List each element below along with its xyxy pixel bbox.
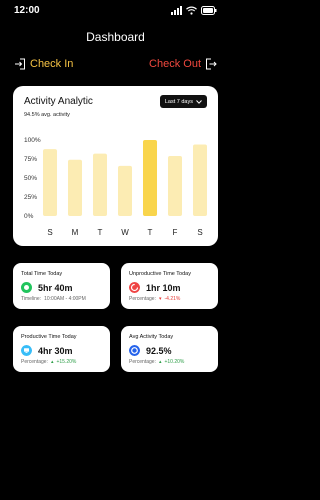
login-icon: [15, 58, 25, 70]
avg-activity-value: 92.5%: [146, 345, 172, 356]
wifi-icon: [186, 6, 197, 15]
trend-down-icon: ▾: [158, 296, 162, 302]
green-dot-icon: [21, 282, 32, 293]
check-out-label: Check Out: [149, 58, 201, 70]
status-time: 12:00: [14, 5, 40, 16]
avg-activity-card[interactable]: Avg Activity Today 92.5% Percentage: ▴ +…: [121, 326, 218, 372]
chart-bar[interactable]: [168, 155, 182, 216]
y-tick-label: 25%: [24, 194, 37, 201]
productive-foot-value: +15.20%: [56, 359, 77, 365]
activity-icon: [129, 345, 140, 356]
y-tick-label: 75%: [24, 156, 37, 163]
total-time-card[interactable]: Total Time Today 5hr 40m Timeline: 10:00…: [13, 263, 110, 309]
status-icons: [171, 6, 217, 15]
total-time-foot-label: Timeline:: [21, 296, 42, 302]
chart-bar[interactable]: [68, 159, 82, 216]
total-time-value: 5hr 40m: [38, 282, 73, 293]
check-out-button[interactable]: Check Out: [149, 58, 217, 70]
battery-icon: [201, 6, 217, 15]
x-tick-label: T: [98, 228, 103, 237]
avg-activity-title: Avg Activity Today: [129, 334, 174, 340]
x-tick-label: W: [121, 228, 129, 237]
total-time-foot-value: 10:00AM - 4:00PM: [44, 296, 86, 302]
chart-bar[interactable]: [193, 144, 207, 216]
avg-activity-foot-value: +10.20%: [164, 359, 185, 365]
y-tick-label: 0%: [24, 213, 34, 220]
unproductive-time-title: Unproductive Time Today: [129, 271, 191, 277]
progress-ring-icon: [129, 282, 140, 293]
status-bar: 12:00: [0, 0, 231, 24]
page-title: Dashboard: [86, 30, 145, 44]
check-in-button[interactable]: Check In: [14, 58, 73, 70]
productive-time-card[interactable]: Productive Time Today 4hr 30m Percentage…: [13, 326, 110, 372]
y-tick-label: 100%: [24, 137, 41, 144]
activity-bar-chart: 100% 75% 50% 25% 0% S M T W T F S: [24, 137, 207, 237]
trend-up-icon: ▴: [50, 359, 54, 365]
trend-up-icon: ▴: [158, 359, 162, 365]
unproductive-foot-label: Percentage:: [129, 296, 156, 302]
y-tick-label: 50%: [24, 175, 37, 182]
productive-time-title: Productive Time Today: [21, 334, 77, 340]
unproductive-time-card[interactable]: Unproductive Time Today 1hr 10m Percenta…: [121, 263, 218, 309]
x-tick-label: M: [72, 228, 79, 237]
unproductive-time-value: 1hr 10m: [146, 282, 181, 293]
avg-activity-foot-label: Percentage:: [129, 359, 156, 365]
x-tick-label: S: [47, 228, 52, 237]
x-tick-label: F: [173, 228, 178, 237]
x-tick-label: T: [148, 228, 153, 237]
check-in-label: Check In: [30, 58, 74, 70]
chart-bar[interactable]: [143, 140, 157, 216]
productive-foot-label: Percentage:: [21, 359, 48, 365]
productive-time-value: 4hr 30m: [38, 345, 73, 356]
unproductive-foot-value: -4.21%: [164, 296, 181, 302]
activity-analytic-card: Activity Analytic 94.5% avg. activity La…: [13, 86, 218, 246]
logout-icon: [206, 58, 217, 70]
monitor-icon: [21, 345, 32, 356]
chart-bar[interactable]: [43, 149, 57, 216]
x-tick-label: S: [197, 228, 202, 237]
chart-bar[interactable]: [93, 153, 107, 216]
total-time-title: Total Time Today: [21, 271, 63, 277]
chart-bar[interactable]: [118, 165, 132, 216]
signal-icon: [171, 6, 182, 15]
